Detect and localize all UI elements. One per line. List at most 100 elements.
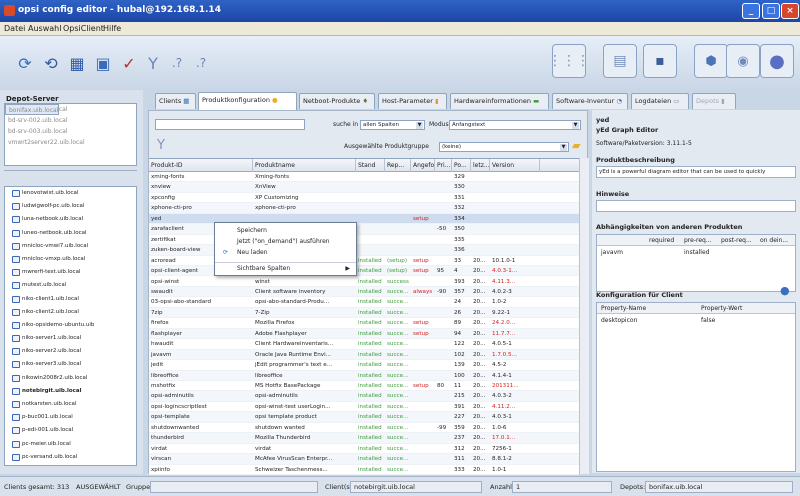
table-row[interactable]: swaudit Client software inventory installe… [149,286,579,298]
splitter[interactable] [4,170,137,184]
clients-icon[interactable]: ▣ [92,52,114,74]
filter-icon[interactable]: Y [142,52,164,74]
table-row[interactable]: opsi-logincscriptlest opsi-winst-test use… [149,402,579,413]
depot-view-icon[interactable]: ◉ [726,44,760,78]
client-item[interactable]: niko-client1.uib.local [5,293,136,306]
grid-view-icon[interactable]: ⋮⋮⋮ [548,44,590,78]
client-item[interactable]: notebirgit.uib.local [5,385,136,398]
client-item[interactable]: p-buc001.uib.local [5,411,136,424]
table-row[interactable]: virscan McAfee VirusScan Enterpr... instal… [149,454,579,465]
column-header[interactable]: Po... [452,159,471,172]
client-item[interactable]: niko-server2.uib.local [5,345,136,358]
client-item[interactable]: p-edi-001.uib.local [5,424,136,437]
column-header[interactable]: Pri... [435,159,452,172]
tab-depots[interactable]: Depots ▮ [692,93,736,109]
client-item[interactable]: niko-server1.uib.local [5,332,136,345]
table-row[interactable]: xphone-cti-pro xphone-cti-pro 332 [149,203,579,214]
table-row[interactable]: shutdownwanted shutdown wanted installed su… [149,423,579,434]
table-row[interactable]: jedit jEdit programmer's text e... install… [149,360,579,371]
client-item[interactable]: pc-meier.uib.local [5,438,136,451]
column-header[interactable]: Rep... [385,159,411,172]
client-tree[interactable]: lenovotwist.uib.local ludwigwolf-pc.uib.l… [4,186,137,466]
client-view-icon[interactable]: ⬢ [694,44,728,78]
filter-icon[interactable]: Y [157,138,165,153]
depot-item[interactable]: bd-srv-003.uib.local [5,126,136,137]
table-scrollbar[interactable] [579,158,589,474]
table-row[interactable]: firefox Mozilla Firefox installed succe... s… [149,318,579,329]
config-icon[interactable]: ● [780,284,790,297]
menu-sichtbare-spalten[interactable]: Sichtbare Spalten ▶ [215,262,356,273]
depot-item[interactable]: vmwrt2server22.uib.local [5,137,136,148]
query-icon[interactable]: .? [166,52,188,74]
column-header[interactable]: Produktname [253,159,356,172]
column-header[interactable]: letz... [471,159,490,172]
table-row[interactable]: opsi-template opsi template product instal… [149,412,579,423]
globe-icon[interactable]: ● [760,44,794,78]
tab-host-parameter[interactable]: Host-Parameter ▮ [378,93,447,109]
menu-auswahl[interactable]: Auswahl [28,24,61,33]
column-header[interactable]: Produkt-ID [149,159,253,172]
window-view-icon[interactable]: ▪ [643,44,677,78]
table-row[interactable]: virdat virdat installed succe... 312 20... 725… [149,444,579,455]
table-row[interactable]: 03-opsi-abo-standard opsi-abo-standard-Pr… [149,297,579,308]
menu-opsiclient[interactable]: OpsiClient [63,24,104,33]
hints-field[interactable] [596,200,796,212]
client-item[interactable]: niko-client2.uib.local [5,306,136,319]
client-item[interactable]: niko-server3.uib.local [5,358,136,371]
description-field[interactable]: yEd is a powerful diagram editor that ca… [596,166,796,178]
mode-select[interactable]: Anfangstext ▼ [449,120,581,130]
column-header[interactable]: Version [490,159,540,172]
table-row[interactable]: 7zip 7-Zip installed succe... 26 20... 9.22-1 [149,307,579,319]
table-row[interactable]: mshotfix MS Hotfix BasePackage installed su… [149,381,579,392]
depot-item[interactable]: bonifax.uib.local [5,104,60,115]
search-scope-select[interactable]: allen Spalten ▼ [360,120,425,130]
client-item[interactable]: luna-netbook.uib.local [5,213,136,226]
tab-software-inventur[interactable]: Software-Inventur ◔ [552,93,628,109]
column-header[interactable]: Angefo... [411,159,435,172]
refresh-data-icon[interactable]: ⟲ [40,52,62,74]
menu-speichern[interactable]: Speichern [215,225,356,236]
column-header[interactable]: Stand [356,159,385,172]
table-row[interactable]: xming-fonts Xming-fonts 329 [149,172,579,183]
client-item[interactable]: notkarsten.uib.local [5,398,136,411]
folder-icon[interactable]: ▰ [572,139,580,152]
tab-netboot-produkte[interactable]: Netboot-Produkte ♦ [299,93,375,109]
client-item[interactable]: luneo-netbook.uib.local [5,227,136,240]
property-name[interactable]: desktopicon [601,317,637,324]
client-item[interactable]: lenovotwist.uib.local [5,187,136,200]
menu-jetzt-ausfuehren[interactable]: Jetzt ("on_demand") ausführen [215,236,356,247]
client-item[interactable]: mutest.uib.local [5,279,136,292]
search-input[interactable] [155,119,305,130]
client-item[interactable]: nikowin2008r2.uib.local [5,372,136,385]
query-selection-icon[interactable]: .? [190,52,212,74]
depot-list[interactable]: bonifax.uib.local bd-srv-001.uib.local b… [4,103,137,166]
table-view-icon[interactable]: ▤ [603,44,637,78]
table-row[interactable]: xnview XnView 330 [149,182,579,193]
table-row[interactable]: flashplayer Adobe Flashplayer installed suc… [149,328,579,340]
reload-icon[interactable]: ⟳ [14,52,36,74]
client-item[interactable]: mwrerfi-test.uib.local [5,266,136,279]
client-item[interactable]: ludwigwolf-pc.uib.local [5,200,136,213]
table-row[interactable]: libreoffice libreoffice installed succe... 1… [149,370,579,381]
tab-logdateien[interactable]: Logdateien ▭ [631,93,689,109]
tab-produktkonfiguration[interactable]: Produktkonfiguration ● [198,92,297,110]
table-row[interactable]: opsi-adminutils opsi-adminutils installed s… [149,391,579,402]
tab-hardwareinformationen[interactable]: Hardwareinformationen ▬ [450,93,549,109]
depot-item[interactable]: bd-srv-002.uib.local [5,115,136,126]
client-item[interactable]: pc-versand.uib.local [5,451,136,464]
menu-hilfe[interactable]: Hilfe [103,24,121,33]
checkmark-icon[interactable]: ✓ [118,52,140,74]
table-row[interactable]: xpconfig XP Customizing 331 [149,193,579,204]
table-row[interactable]: hwaudit Client Hardwareinventaris... insta… [149,339,579,350]
table-row[interactable]: javavm Oracle Java Runtime Envi... install… [149,349,579,361]
menu-neu-laden[interactable]: ⟳ Neu laden [215,247,356,258]
table-row[interactable]: xpiinfo Schweizer Taschenmess... installed… [149,465,579,475]
tab-clients[interactable]: Clients ▦ [155,93,196,109]
client-item[interactable]: niko-opsidemo-ubuntu.uib [5,319,136,332]
network-icon[interactable]: ▦ [66,52,88,74]
menu-datei[interactable]: Datei [4,24,25,33]
close-button[interactable]: × [781,3,799,19]
client-item[interactable]: mnicloc-vmwi7.uib.local [5,240,136,253]
property-value[interactable]: false [701,317,715,324]
maximize-button[interactable]: □ [762,3,780,19]
